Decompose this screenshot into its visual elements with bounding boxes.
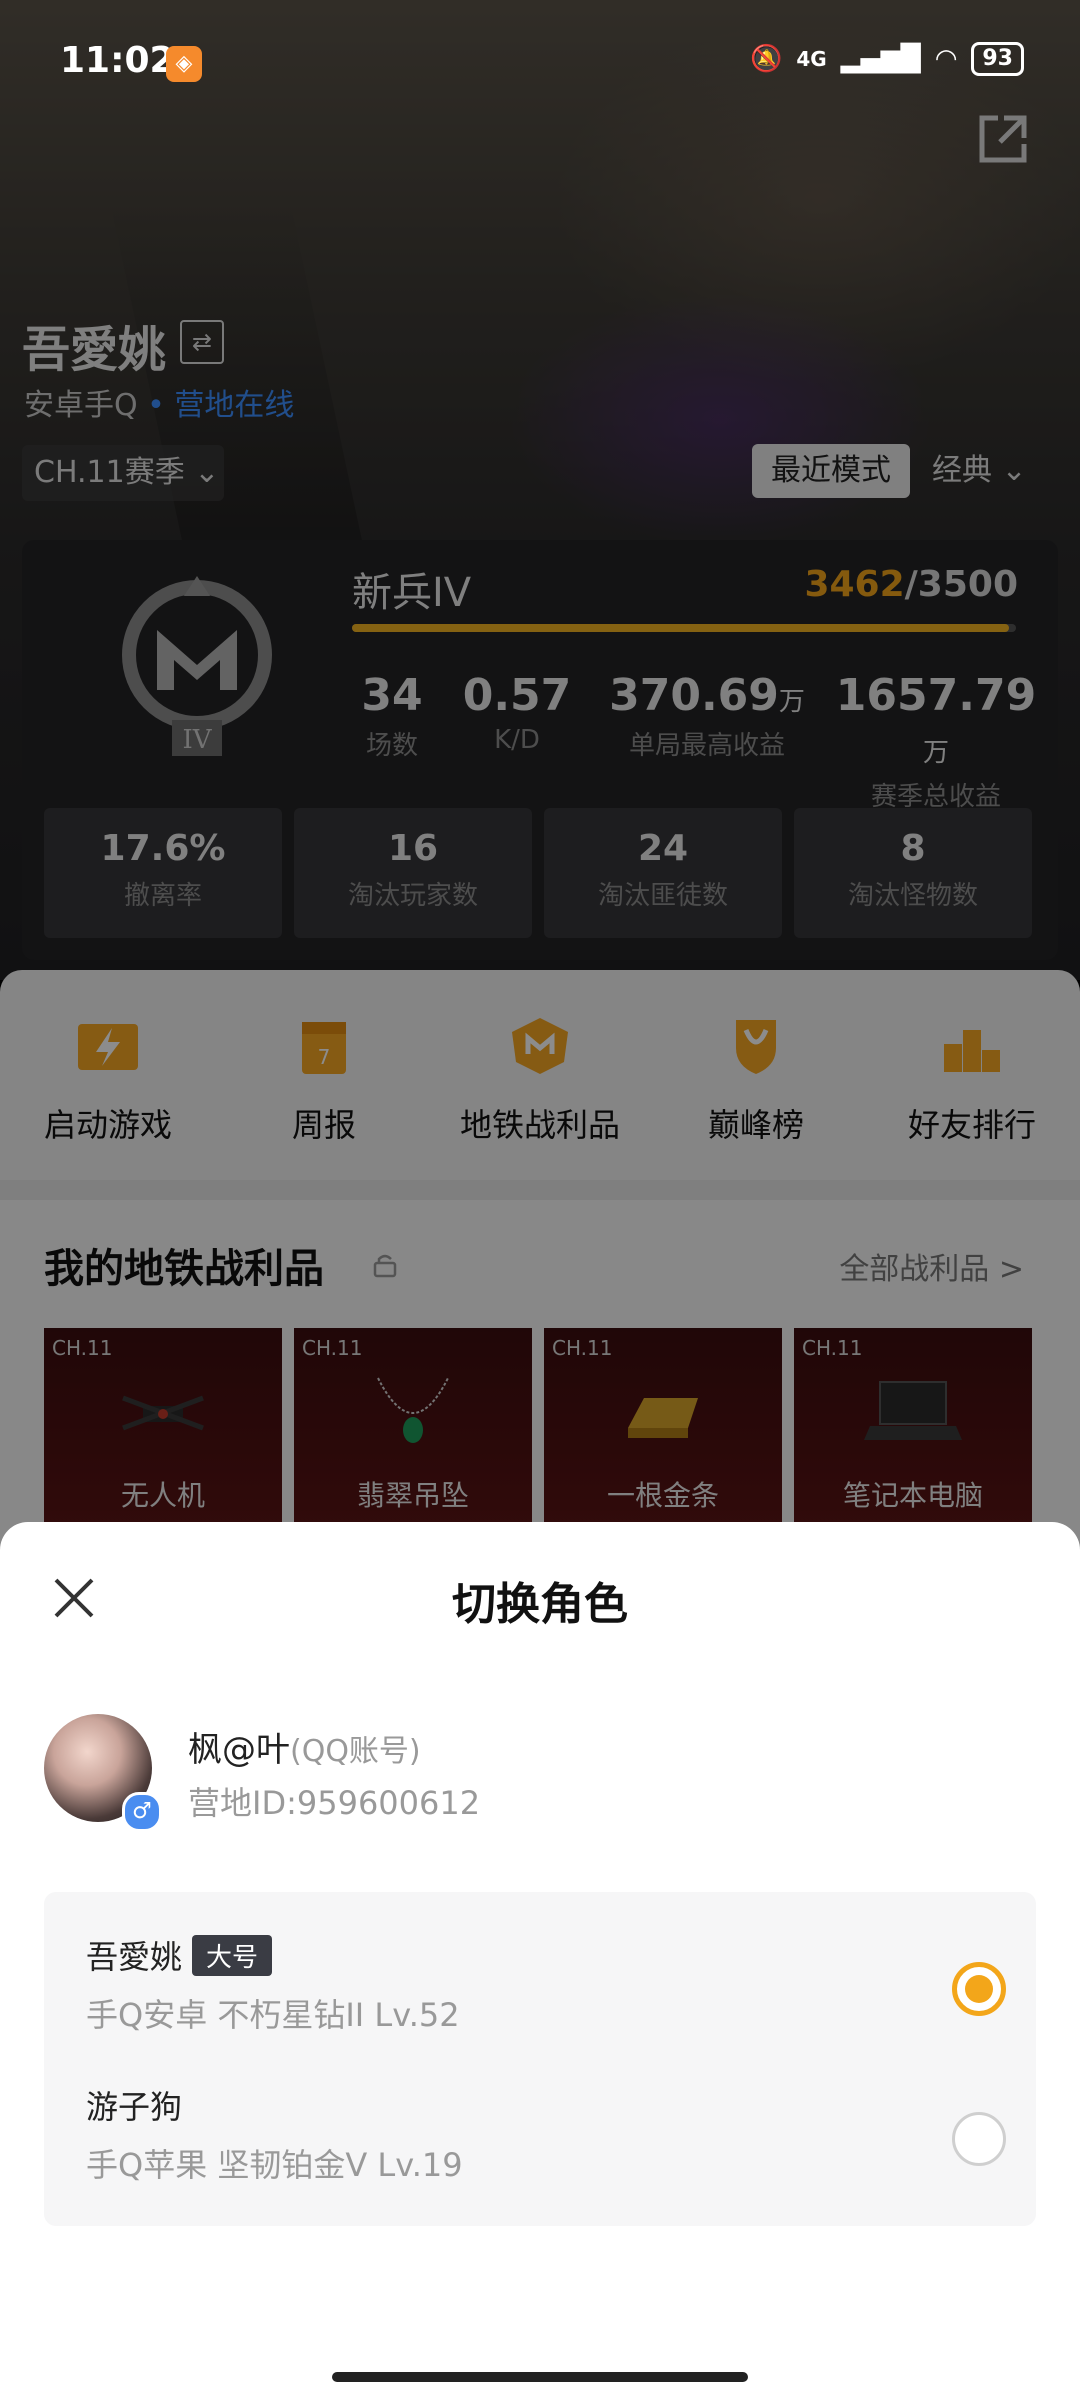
account-id: 营地ID:959600612: [188, 1784, 481, 1822]
switch-role-sheet: 切换角色 ♂ 枫@叶(QQ账号) 营地ID:959600612 吾愛姚 大号 手…: [0, 1522, 1080, 2400]
role-name: 游子狗: [86, 2088, 183, 2126]
app-notification-icon: ◈: [166, 46, 202, 82]
male-gender-icon: ♂: [122, 1792, 162, 1832]
home-indicator[interactable]: [332, 2372, 748, 2382]
page: 11:02 ◈ 🔕 4G ▂▄▆█ ◠ 93 吾愛姚 ⇄ 安卓手Q • 营地在线…: [0, 0, 1080, 2400]
mute-icon: 🔕: [749, 44, 783, 74]
role-item[interactable]: 游子狗 手Q苹果 坚韧铂金V Lv.19: [86, 2082, 1006, 2202]
signal-icon: ▂▄▆█: [840, 44, 921, 74]
role-radio-selected[interactable]: [952, 1962, 1006, 2016]
wifi-icon: ◠: [934, 44, 958, 74]
status-time: 11:02: [60, 40, 175, 81]
status-bar: 11:02 ◈ 🔕 4G ▂▄▆█ ◠ 93: [0, 0, 1080, 120]
status-icons: 🔕 4G ▂▄▆█ ◠ 93: [750, 42, 1024, 76]
role-item[interactable]: 吾愛姚 大号 手Q安卓 不朽星钻II Lv.52: [86, 1932, 1006, 2052]
role-name: 吾愛姚: [86, 1938, 183, 1976]
battery-icon: 93: [971, 42, 1024, 76]
account-nickname: 枫@叶: [188, 1730, 290, 1770]
account-type: (QQ账号): [290, 1734, 421, 1769]
role-radio[interactable]: [952, 2112, 1006, 2166]
network-type: 4G: [796, 47, 827, 71]
sheet-title: 切换角色: [452, 1579, 628, 1630]
main-account-badge: 大号: [192, 1934, 273, 1976]
account-name: 枫@叶(QQ账号): [188, 1722, 421, 1771]
role-info: 手Q安卓 不朽星钻II Lv.52: [86, 1996, 460, 2034]
role-info: 手Q苹果 坚韧铂金V Lv.19: [86, 2146, 463, 2184]
role-list: 吾愛姚 大号 手Q安卓 不朽星钻II Lv.52 游子狗 手Q苹果 坚韧铂金V …: [44, 1892, 1036, 2226]
